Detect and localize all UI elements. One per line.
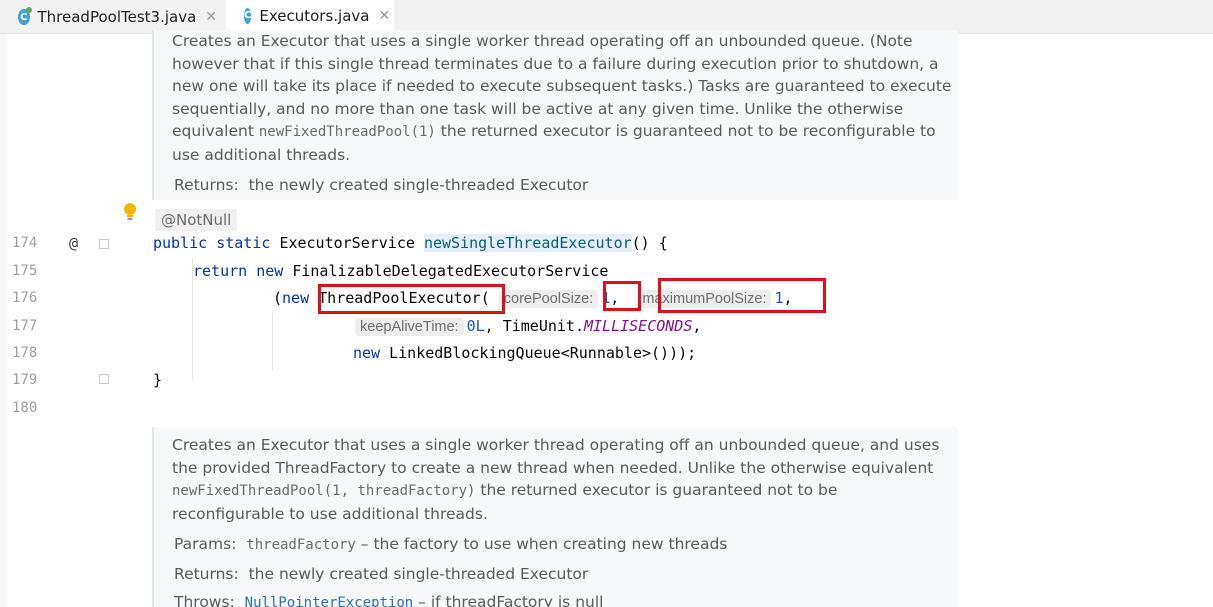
code-line-174[interactable]: public static ExecutorService newSingleT… xyxy=(153,234,668,252)
close-icon[interactable]: ✕ xyxy=(205,9,217,25)
doc-text: new one will take its place if needed to… xyxy=(172,77,952,95)
line-number: 174 xyxy=(12,235,38,251)
java-class-icon: C xyxy=(18,7,32,25)
code-line-177[interactable]: keepAliveTime: 0L, TimeUnit.MILLISECONDS, xyxy=(355,317,701,336)
doc-text: Creates an Executor that uses a single w… xyxy=(172,436,940,454)
doc-link-nullpointerexception[interactable]: NullPointerException xyxy=(245,595,414,607)
line-number: 177 xyxy=(12,318,38,334)
doc-text: sequentially, and no more than one task … xyxy=(172,99,904,118)
doc-code-ref: newFixedThreadPool(1, threadFactory) xyxy=(172,483,476,499)
highlight-box-threadpoolexecutor xyxy=(318,284,505,314)
code-line-179[interactable]: } xyxy=(153,371,162,389)
doc-returns: Returns: the newly created single-thread… xyxy=(174,176,589,194)
lightbulb-icon[interactable] xyxy=(123,202,137,222)
doc-returns: Returns: the newly created single-thread… xyxy=(174,564,589,583)
param-hint-keepalivetime: keepAliveTime: xyxy=(355,318,464,336)
doc-text: however that if this single thread termi… xyxy=(172,54,939,73)
code-line-175[interactable]: return new FinalizableDelegatedExecutorS… xyxy=(193,262,608,280)
doc-text: Creates an Executor that uses a single w… xyxy=(172,32,913,50)
code-line-178[interactable]: new LinkedBlockingQueue<Runnable>())); xyxy=(353,344,696,362)
line-number: 180 xyxy=(12,400,38,416)
doc-text: the provided ThreadFactory to create a n… xyxy=(172,458,934,477)
tab-threadpooltest3[interactable]: C ThreadPoolTest3.java ✕ xyxy=(0,0,225,34)
highlight-box-corepoolsize xyxy=(603,281,641,311)
line-number: 176 xyxy=(12,290,38,306)
javadoc-rendered-block: Creates an Executor that uses a single w… xyxy=(152,427,958,607)
javadoc-rendered-block: Creates an Executor that uses a single w… xyxy=(152,30,958,200)
annotation-notnull: @NotNull xyxy=(155,209,238,231)
doc-code-ref: newFixedThreadPool(1) xyxy=(258,124,436,140)
override-marker-icon[interactable]: @ xyxy=(69,234,78,252)
java-class-icon: C xyxy=(244,7,252,24)
close-icon[interactable]: ✕ xyxy=(378,8,390,24)
doc-text: newFixedThreadPool(1, threadFactory) the… xyxy=(172,481,838,499)
tab-executors[interactable]: C Executors.java ✕ xyxy=(226,0,394,34)
line-number: 178 xyxy=(12,345,38,361)
doc-text: equivalent newFixedThreadPool(1) the ret… xyxy=(172,122,936,140)
doc-text: reconfigurable to use additional threads… xyxy=(172,504,488,523)
tab-label: ThreadPoolTest3.java xyxy=(37,8,197,26)
method-name[interactable]: newSingleThreadExecutor xyxy=(423,234,632,252)
line-number: 175 xyxy=(12,263,38,279)
indent-guide xyxy=(272,313,273,371)
param-hint-corepoolsize: corePoolSize: xyxy=(498,290,599,308)
doc-params: Params: threadFactory – the factory to u… xyxy=(174,535,728,553)
doc-text: use additional threads. xyxy=(172,145,351,164)
doc-throws: Throws: NullPointerException – if thread… xyxy=(172,591,958,607)
fold-icon[interactable] xyxy=(99,239,109,249)
highlight-box-maximumpoolsize xyxy=(658,278,826,313)
tab-label: Executors.java xyxy=(259,6,370,25)
editor-tab-bar: C ThreadPoolTest3.java ✕ C Executors.jav… xyxy=(0,0,1213,34)
fold-icon[interactable] xyxy=(99,374,109,384)
line-number: 179 xyxy=(12,372,38,388)
